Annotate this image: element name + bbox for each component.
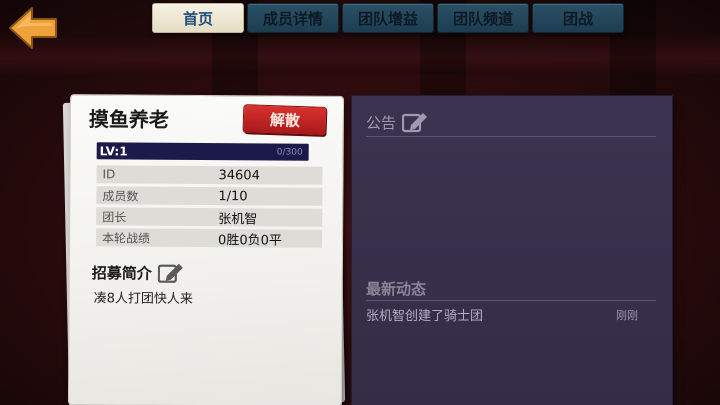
info-value: 1/10 (218, 188, 248, 204)
edit-recruit-icon[interactable] (157, 262, 184, 284)
news-time: 刚刚 (616, 309, 638, 322)
tab-team-channel[interactable]: 团队频道 (437, 3, 529, 33)
table-row: 成员数 1/10 (96, 186, 323, 206)
tab-member-details[interactable]: 成员详情 (247, 3, 339, 33)
back-button[interactable] (6, 4, 64, 52)
notice-panel: 公告 最新动态 张机智创建了骑士团 刚刚 (352, 96, 672, 405)
recruit-text: 凑8人打团快人来 (93, 291, 193, 307)
table-row: ID 34604 (96, 165, 323, 185)
table-row: 团长 张机智 (96, 207, 323, 227)
info-value: 0胜0负0平 (218, 232, 282, 249)
info-key: 团长 (102, 209, 127, 224)
info-key: 成员数 (102, 188, 139, 204)
team-name: 摸鱼养老 (88, 107, 169, 132)
notice-header: 公告 (366, 111, 428, 133)
edit-notice-icon[interactable] (402, 111, 428, 133)
notice-title: 公告 (366, 113, 397, 132)
disband-button[interactable]: 解散 (243, 105, 327, 135)
list-item: 张机智创建了骑士团 刚刚 (366, 305, 638, 324)
news-divider (366, 300, 656, 301)
tab-home[interactable]: 首页 (152, 3, 244, 33)
level-label: LV:1 (99, 143, 128, 158)
info-value: 张机智 (218, 211, 258, 227)
tab-team-battle[interactable]: 团战 (532, 3, 624, 33)
exp-value: 0/300 (276, 146, 303, 158)
info-key: ID (102, 167, 116, 182)
back-arrow-icon (9, 7, 57, 49)
news-title: 最新动态 (366, 280, 427, 298)
team-info-card: 摸鱼养老 解散 LV:1 0/300 ID 34604 成员数 1/10 团长 … (68, 95, 344, 405)
news-text: 张机智创建了骑士团 (366, 309, 484, 324)
tab-bar: 首页 成员详情 团队增益 团队频道 团战 (152, 3, 624, 33)
notice-divider (366, 136, 656, 137)
table-row: 本轮战绩 0胜0负0平 (96, 228, 323, 249)
tab-team-buffs[interactable]: 团队增益 (342, 3, 434, 33)
recruit-title: 招募简介 (91, 263, 152, 283)
recruit-header: 招募简介 (92, 261, 184, 284)
level-progress-bar: LV:1 0/300 (96, 142, 309, 161)
info-value: 34604 (218, 167, 260, 183)
info-table: ID 34604 成员数 1/10 团长 张机智 本轮战绩 0胜0负0平 (96, 165, 323, 251)
info-key: 本轮战绩 (102, 230, 151, 246)
